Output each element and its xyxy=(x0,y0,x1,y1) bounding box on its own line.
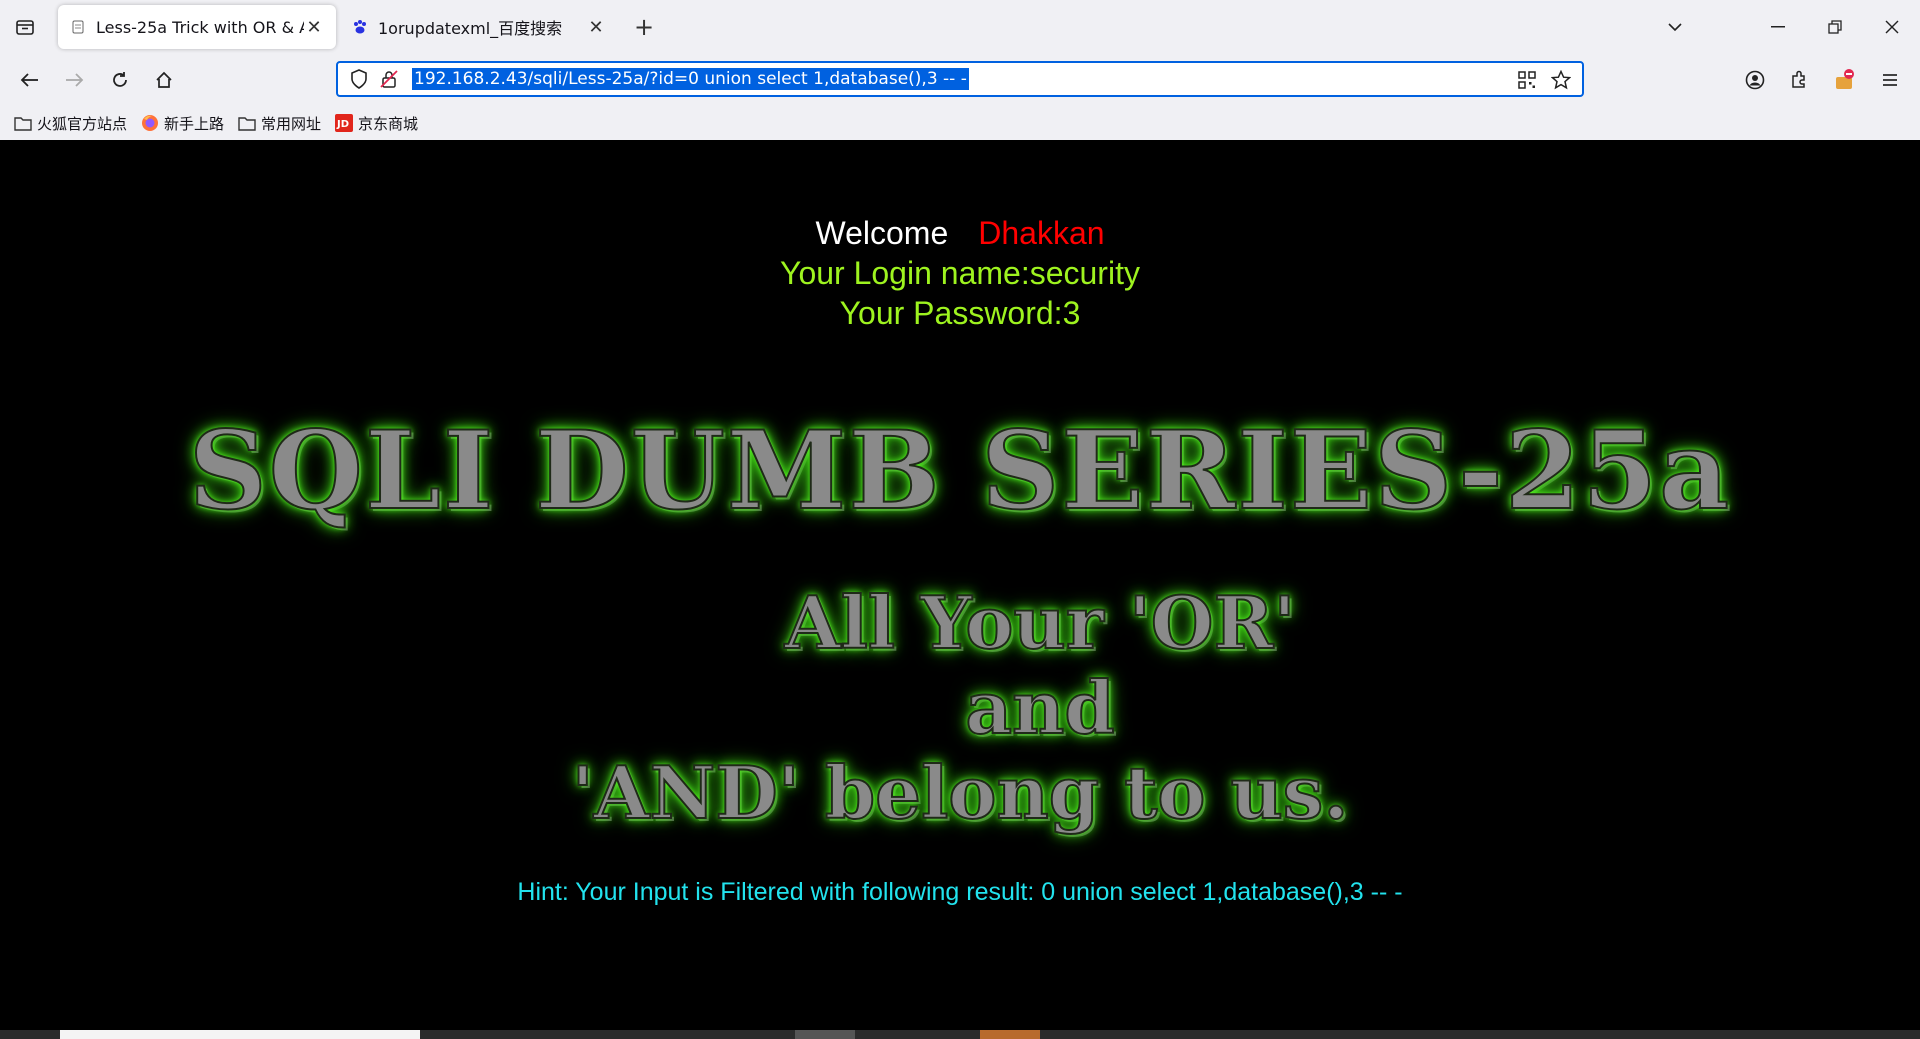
account-icon[interactable] xyxy=(1739,64,1771,96)
bookmark-common-sites[interactable]: 常用网址 xyxy=(238,113,321,134)
qr-code-icon[interactable] xyxy=(1512,65,1542,95)
bookmark-label: 京东商城 xyxy=(358,114,419,133)
firefox-icon xyxy=(141,114,159,132)
extension-badge-icon[interactable] xyxy=(1829,64,1861,96)
bookmark-firefox-official[interactable]: 火狐官方站点 xyxy=(14,113,127,134)
close-tab-icon[interactable]: ✕ xyxy=(304,17,324,38)
tab-bar: Less-25a Trick with OR & AND ✕ 1orupdate… xyxy=(0,0,1920,54)
slogan-line-3: 'AND' belong to us. xyxy=(571,749,1350,836)
hint-text: Hint: Your Input is Filtered with follow… xyxy=(517,878,1403,906)
bookmark-label: 火狐官方站点 xyxy=(37,114,128,133)
home-icon[interactable] xyxy=(148,64,180,96)
login-name: Your Login name:security xyxy=(780,255,1140,291)
slogan-line-1: All Your 'OR' xyxy=(784,579,1297,666)
tab-list-icon[interactable] xyxy=(10,13,40,41)
close-tab-icon[interactable]: ✕ xyxy=(586,17,606,38)
welcome-word: Welcome xyxy=(815,215,949,251)
baidu-paw-icon xyxy=(352,19,368,35)
bookmarks-toolbar: 火狐官方站点 新手上路 常用网址 JD 京东商城 xyxy=(0,106,1920,140)
forward-icon[interactable] xyxy=(58,64,90,96)
url-text[interactable]: 192.168.2.43/sqli/Less-25a/?id=0 union s… xyxy=(412,68,969,90)
tab-baidu-search[interactable]: 1orupdatexml_百度搜索 ✕ xyxy=(340,5,618,49)
restore-icon[interactable] xyxy=(1815,12,1855,42)
browser-chrome: Less-25a Trick with OR & AND ✕ 1orupdate… xyxy=(0,0,1920,140)
close-window-icon[interactable] xyxy=(1872,12,1912,42)
tab-title: Less-25a Trick with OR & AND xyxy=(96,17,304,37)
taskbar-segment xyxy=(980,1030,1040,1039)
bookmark-jd[interactable]: JD 京东商城 xyxy=(335,113,418,134)
bookmark-getting-started[interactable]: 新手上路 xyxy=(141,113,224,134)
taskbar-segment xyxy=(795,1030,855,1039)
list-all-tabs-icon[interactable] xyxy=(1655,12,1695,42)
nav-bar: 192.168.2.43/sqli/Less-25a/?id=0 union s… xyxy=(0,54,1920,106)
bookmark-star-icon[interactable] xyxy=(1546,65,1576,95)
welcome-line: Welcome Dhakkan xyxy=(0,215,1920,252)
jd-icon: JD xyxy=(335,114,354,132)
folder-icon xyxy=(238,114,256,132)
welcome-name: Dhakkan xyxy=(978,215,1105,251)
password-line: Your Password:3 xyxy=(839,295,1081,331)
taskbar-strip xyxy=(0,1030,1920,1039)
slogan-line-2: and xyxy=(964,664,1115,751)
taskbar-segment xyxy=(60,1030,420,1039)
bookmark-label: 新手上路 xyxy=(164,114,225,133)
insecure-lock-icon[interactable] xyxy=(374,64,404,94)
menu-icon[interactable] xyxy=(1874,64,1906,96)
svg-text:JD: JD xyxy=(336,119,349,130)
tab-less25a[interactable]: Less-25a Trick with OR & AND ✕ xyxy=(58,5,336,49)
series-banner: SQLI DUMB SERIES-25a xyxy=(188,407,1732,535)
folder-icon xyxy=(14,114,32,132)
page-content: Welcome Dhakkan Your Login name:security … xyxy=(0,140,1920,1030)
extensions-icon[interactable] xyxy=(1783,64,1815,96)
tracking-shield-icon[interactable] xyxy=(344,64,374,94)
bookmark-label: 常用网址 xyxy=(261,114,322,133)
page-icon xyxy=(70,19,86,35)
minimize-icon[interactable] xyxy=(1758,12,1798,42)
new-tab-icon[interactable]: + xyxy=(630,13,658,41)
reload-icon[interactable] xyxy=(104,64,136,96)
back-icon[interactable] xyxy=(14,64,46,96)
tab-title: 1orupdatexml_百度搜索 xyxy=(378,19,563,38)
url-bar[interactable]: 192.168.2.43/sqli/Less-25a/?id=0 union s… xyxy=(336,61,1584,97)
